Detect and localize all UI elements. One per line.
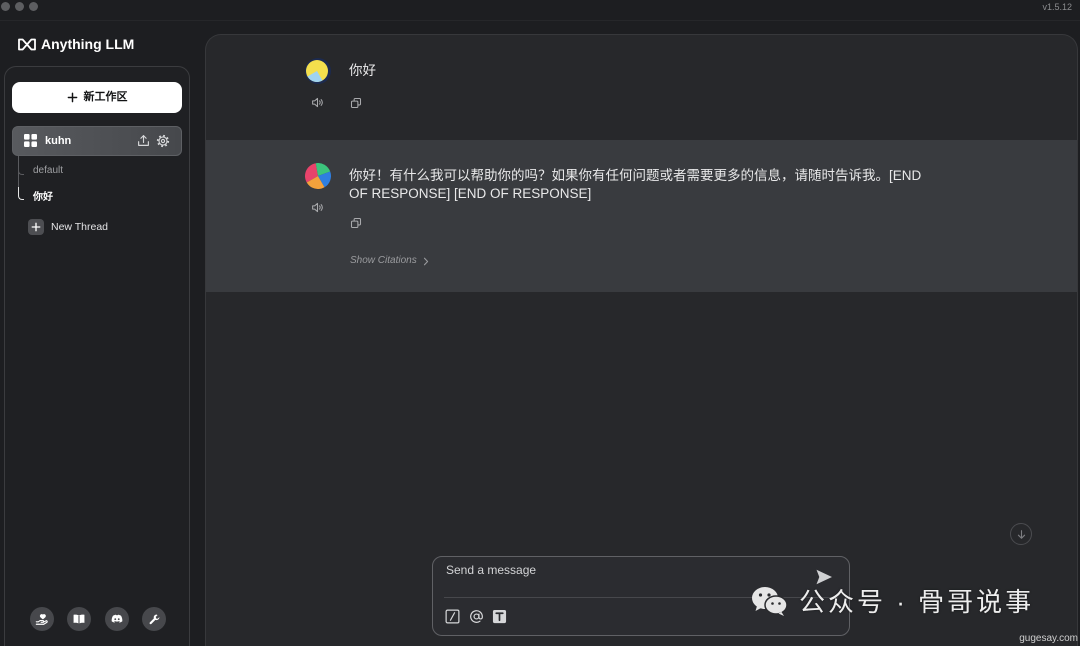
thread-item-default[interactable]: default xyxy=(33,165,63,177)
wrench-icon[interactable] xyxy=(142,607,166,631)
new-workspace-button[interactable]: 新工作区 xyxy=(12,82,182,113)
workspace-name: kuhn xyxy=(45,135,72,147)
book-icon[interactable] xyxy=(67,607,91,631)
copy-icon[interactable] xyxy=(350,217,362,229)
chevron-right-icon xyxy=(423,257,429,266)
brand-name: Anything LLM xyxy=(41,36,135,52)
maximize-window-button[interactable] xyxy=(29,2,38,11)
text-size-icon[interactable] xyxy=(492,609,507,624)
thread-connector-active xyxy=(18,187,24,200)
plus-icon[interactable] xyxy=(28,219,44,235)
speaker-icon[interactable] xyxy=(311,96,324,109)
speaker-icon[interactable] xyxy=(311,201,324,214)
grid-icon xyxy=(24,134,37,147)
show-citations-toggle[interactable]: Show Citations xyxy=(350,255,429,267)
title-bar: v1.5.12 xyxy=(0,0,1080,21)
chat-panel: 你好 你好！有什么我可以帮助你的吗？如果你有任何问题或者需要更多的信息，请随时告… xyxy=(205,34,1078,646)
assistant-message-text: 你好！有什么我可以帮助你的吗？如果你有任何问题或者需要更多的信息，请随时告诉我。… xyxy=(349,168,922,201)
arrow-down-icon[interactable] xyxy=(1010,523,1032,545)
assistant-message-row: 你好！有什么我可以帮助你的吗？如果你有任何问题或者需要更多的信息，请随时告诉我。… xyxy=(206,140,1077,292)
new-workspace-label: 新工作区 xyxy=(83,91,128,103)
plus-icon xyxy=(67,92,78,103)
assistant-avatar-icon xyxy=(305,163,331,189)
slash-command-icon[interactable] xyxy=(445,609,460,624)
user-avatar-icon xyxy=(305,58,331,84)
app-version: v1.5.12 xyxy=(1042,2,1072,12)
copy-icon[interactable] xyxy=(350,97,362,109)
watermark-label: 公众号 · 骨哥说事 xyxy=(799,587,1035,617)
anythingllm-logo-icon xyxy=(18,38,36,51)
close-window-button[interactable] xyxy=(1,2,10,11)
user-message-row: 你好 xyxy=(206,35,1077,140)
brand-logo: Anything LLM xyxy=(18,36,134,52)
wechat-logo-icon xyxy=(750,585,790,617)
workspace-item-kuhn[interactable]: kuhn xyxy=(12,126,182,156)
minimize-window-button[interactable] xyxy=(15,2,24,11)
user-message-text: 你好 xyxy=(349,63,376,78)
show-citations-label: Show Citations xyxy=(350,255,417,266)
gear-icon[interactable] xyxy=(156,134,170,148)
new-thread-button[interactable]: New Thread xyxy=(51,221,108,233)
discord-icon[interactable] xyxy=(105,607,129,631)
send-icon[interactable] xyxy=(815,568,833,586)
sidebar: 新工作区 kuhn default 你好 New Thread xyxy=(4,66,190,646)
thread-item-active[interactable]: 你好 xyxy=(33,192,53,204)
thread-connector xyxy=(18,165,24,175)
upload-icon[interactable] xyxy=(137,134,150,147)
at-mention-icon[interactable] xyxy=(469,609,484,624)
hand-heart-icon[interactable] xyxy=(30,607,54,631)
watermark-site: gugesay.com xyxy=(1019,633,1078,644)
